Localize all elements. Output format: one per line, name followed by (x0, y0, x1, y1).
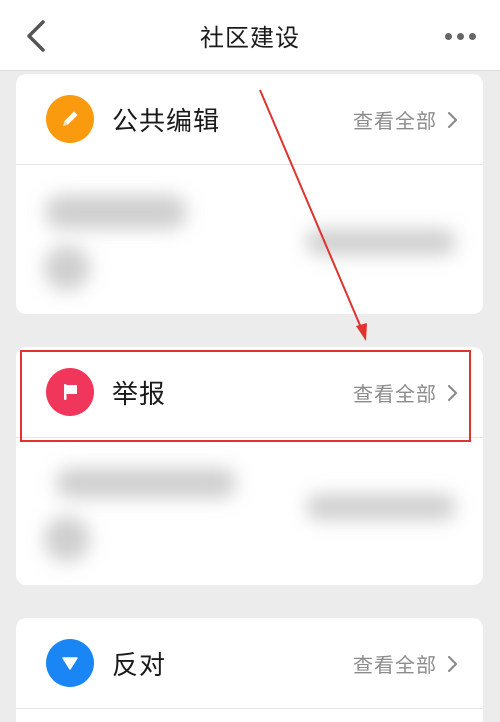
section-header-public-edit[interactable]: 公共编辑 查看全部 (16, 74, 483, 165)
section-header-report[interactable]: 举报 查看全部 (16, 347, 483, 438)
more-dot (456, 32, 464, 40)
view-all-label: 查看全部 (353, 109, 437, 133)
back-button[interactable] (18, 16, 54, 56)
pencil-icon (46, 95, 94, 143)
view-all-label: 查看全部 (353, 653, 437, 677)
chevron-left-icon (27, 20, 45, 52)
view-all-report[interactable]: 查看全部 (353, 347, 459, 438)
chevron-right-icon (447, 384, 458, 401)
section-title-public-edit: 公共编辑 (112, 106, 221, 137)
more-horizontal-icon (444, 32, 452, 40)
triangle-down-icon (46, 639, 94, 687)
blurred-content (16, 165, 483, 313)
blurred-content (16, 438, 483, 585)
page-title: 社区建设 (200, 24, 300, 52)
section-title-oppose: 反对 (112, 650, 167, 681)
section-title-report: 举报 (112, 379, 167, 410)
chevron-right-icon (447, 655, 458, 672)
chevron-right-icon (447, 111, 458, 128)
view-all-oppose[interactable]: 查看全部 (353, 618, 459, 709)
view-all-label: 查看全部 (353, 382, 437, 406)
more-dot (468, 32, 476, 40)
section-header-oppose[interactable]: 反对 查看全部 (16, 618, 483, 709)
section-card-report: 举报 查看全部 (16, 347, 483, 585)
flag-icon (46, 368, 94, 416)
app-screen: 社区建设 公共编辑 查看全部 举报 查看全部 反对 查看全部 (0, 0, 500, 722)
section-card-public-edit: 公共编辑 查看全部 (16, 74, 483, 314)
view-all-public-edit[interactable]: 查看全部 (353, 74, 459, 165)
section-card-oppose: 反对 查看全部 (16, 618, 483, 722)
more-button[interactable] (438, 18, 482, 54)
nav-header: 社区建设 (0, 0, 500, 71)
